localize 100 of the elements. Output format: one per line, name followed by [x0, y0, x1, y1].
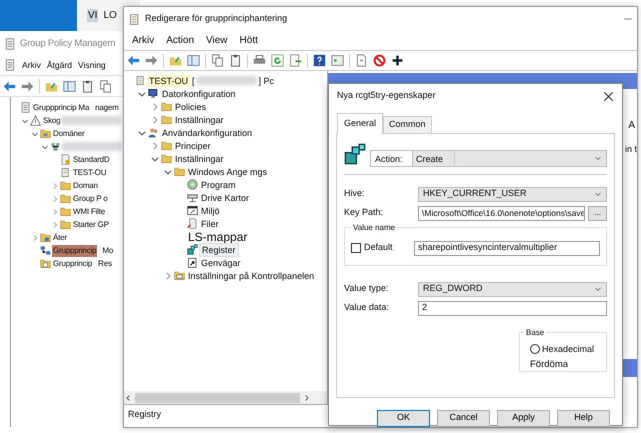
dialog-button[interactable]: Apply	[497, 410, 550, 426]
value-type-dropdown[interactable]: REG_DWORD	[418, 282, 607, 296]
folder-icon	[174, 270, 185, 281]
refresh-icon[interactable]	[271, 54, 284, 67]
export-icon[interactable]	[289, 54, 302, 67]
tree-item[interactable]: Gruppprincip Ma	[32, 102, 90, 114]
back-arrow-icon[interactable]	[3, 80, 16, 92]
dialog-button[interactable]: OK	[377, 410, 430, 426]
window-icon[interactable]	[331, 54, 344, 67]
plus-icon[interactable]	[391, 54, 404, 67]
folder-icon	[60, 193, 71, 204]
dialog-button[interactable]: Help	[557, 410, 610, 426]
chevron-icon[interactable]	[31, 130, 39, 138]
menu-item[interactable]: Visning	[78, 58, 106, 72]
tree-item[interactable]: StandardD	[72, 154, 110, 166]
shortcut-icon	[187, 257, 198, 268]
tree-item[interactable]: Doman	[72, 180, 99, 192]
tree-item[interactable]: Policies	[173, 100, 208, 112]
chevron-icon[interactable]	[21, 116, 29, 124]
drive-icon	[187, 192, 198, 203]
clipboard-icon[interactable]	[229, 54, 242, 67]
menu-item[interactable]: Arkiv	[22, 58, 41, 72]
folder-icon	[161, 114, 172, 125]
tree-item[interactable]: Gruppprincip	[52, 244, 98, 256]
tree-item[interactable]: Principer	[173, 140, 213, 152]
network-icon	[40, 245, 51, 256]
dialog-title: Nya rcgt5try-egenskaper	[337, 89, 437, 102]
triangle-icon	[30, 115, 41, 126]
tree-item[interactable]: TEST-OU	[72, 166, 108, 178]
tree-item[interactable]: Program	[199, 178, 238, 190]
tree-item[interactable]: Group P o	[72, 192, 109, 204]
tree-item[interactable]: Domäner	[52, 128, 86, 140]
printer-icon[interactable]	[253, 54, 266, 67]
folder-icon	[60, 206, 71, 217]
field-label: Value data:	[344, 301, 390, 314]
hive-dropdown[interactable]: HKEY_CURRENT_USER	[418, 186, 607, 202]
tree-item[interactable]: Användarkonfiguration	[160, 126, 254, 138]
folder-icon	[161, 153, 172, 164]
tree-item[interactable]: Windows Ange mgs	[186, 166, 270, 178]
cubes-icon	[187, 244, 198, 255]
tab-text[interactable]: VI	[87, 9, 98, 22]
tree-item-text: Res	[97, 258, 113, 270]
tab[interactable]: Common	[383, 116, 432, 132]
tree-item[interactable]: LS-mappar	[186, 230, 250, 242]
copy-icon[interactable]	[211, 54, 224, 67]
folder-up-icon[interactable]	[169, 54, 182, 67]
value-data-field[interactable]: 2	[418, 300, 607, 316]
pane-icon[interactable]	[63, 80, 76, 92]
tree-item[interactable]: TEST-OU	[147, 74, 190, 86]
folder-icon	[40, 232, 51, 243]
status-text: Registry	[128, 409, 162, 419]
stop-icon[interactable]	[373, 54, 386, 67]
tree-item[interactable]: Äter	[52, 232, 68, 244]
folder-icon	[40, 128, 51, 139]
menu-item[interactable]: Action	[166, 33, 194, 48]
scrollbar[interactable]	[124, 391, 327, 404]
console-icon	[4, 38, 16, 50]
clipboard-icon[interactable]	[81, 80, 94, 92]
tree-item[interactable]: Genvägar	[199, 256, 243, 268]
tree-item[interactable]: Inställningar	[173, 114, 226, 126]
tree-item[interactable]: Miljö	[199, 204, 222, 216]
pane-icon[interactable]	[187, 54, 200, 67]
scrollbar-thumb[interactable]	[135, 392, 300, 402]
chevron-icon[interactable]	[41, 142, 49, 150]
menu-item[interactable]: Hött	[240, 33, 258, 48]
action-value: Create	[413, 150, 455, 166]
value-name-field[interactable]: sharepointlivesyncintervalmultiplier	[414, 240, 600, 256]
tree-item[interactable]: Register	[199, 242, 239, 256]
default-checkbox[interactable]	[351, 243, 361, 253]
back-arrow-icon[interactable]	[127, 54, 140, 67]
folder-icon	[161, 101, 172, 112]
menu-item[interactable]: Åtgärd	[46, 58, 72, 72]
tree-item[interactable]: Starter GP	[72, 218, 110, 230]
tree-item[interactable]: Inställningar	[173, 152, 226, 164]
tree-item-text: Mo	[101, 244, 114, 256]
tree-item[interactable]: Filer	[199, 218, 220, 230]
radio-button[interactable]	[530, 344, 540, 354]
forward-arrow-icon[interactable]	[21, 80, 34, 92]
group-label: Value name	[351, 222, 398, 234]
forward-arrow-icon[interactable]	[145, 54, 158, 67]
copy-icon[interactable]	[99, 80, 112, 92]
caret-icon	[594, 154, 602, 162]
dialog-button[interactable]: Cancel	[437, 410, 490, 426]
panel-text: in t	[624, 143, 637, 156]
tree-item[interactable]: Skog	[42, 114, 62, 126]
menu-item[interactable]: View	[206, 33, 228, 48]
browse-button[interactable]: ...	[588, 206, 607, 220]
tree-item[interactable]: Drive Kartor	[199, 192, 252, 204]
menu-item[interactable]: Arkiv	[132, 33, 154, 48]
console-icon	[4, 59, 16, 71]
tree-item[interactable]: WMI Filte	[72, 206, 106, 218]
tree-item[interactable]: Grupprincip	[52, 258, 94, 270]
close-icon[interactable]	[603, 90, 614, 102]
tree-item[interactable]: Datorkonfiguration	[160, 88, 238, 100]
tab[interactable]: General	[337, 113, 384, 134]
window-icon	[187, 205, 198, 216]
field-label: Key Path:	[344, 206, 384, 220]
tree-item[interactable]: Inställningar på Kontrollpanelen	[186, 270, 316, 282]
tab-text[interactable]: LO	[102, 9, 118, 22]
help-icon[interactable]	[313, 54, 326, 67]
